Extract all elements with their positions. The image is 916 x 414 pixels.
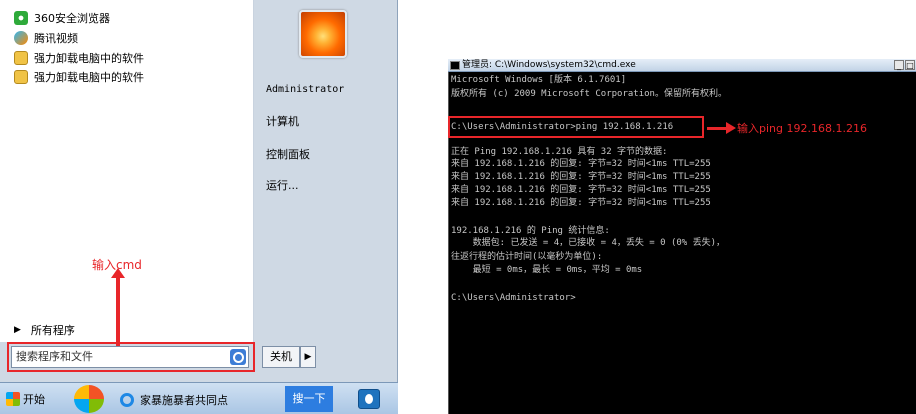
maximize-icon[interactable]: □ [905,60,915,70]
uninstall-icon [14,69,28,84]
cmd-line: 来自 192.168.1.216 的回复: 字节=32 时间<1ms TTL=2… [451,185,711,195]
screenshot-root: 360安全浏览器 腾讯视频 强力卸载电脑中的软件 强力卸载电脑中的软件 Admi… [0,0,916,414]
cmd-line: Microsoft Windows [版本 6.1.7601] [451,75,627,85]
shutdown-button[interactable]: 关机 [262,346,300,368]
cmd-line: 数据包: 已发送 = 4，已接收 = 4，丢失 = 0 (0% 丢失)， [451,238,726,248]
annotation-arrow-head [726,122,736,134]
program-item-uninstall-2[interactable]: 强力卸载电脑中的软件 [14,68,144,85]
program-label: 强力卸载电脑中的软件 [34,51,144,65]
annotation-enter-ping: 输入ping 192.168.1.216 [737,122,867,135]
program-item-tencent-video[interactable]: 腾讯视频 [14,29,78,46]
shutdown-options-button[interactable]: ▶ [300,346,316,368]
cmd-line: 版权所有 (c) 2009 Microsoft Corporation。保留所有… [451,89,727,99]
search-now-button[interactable]: 搜一下 [285,386,333,412]
windows-orb-icon[interactable] [74,385,104,413]
window-controls: _ □ [894,60,915,70]
search-placeholder: 搜索程序和文件 [16,350,93,363]
ping-highlight-box [448,116,704,138]
taskbar-ie-item[interactable]: 家暴施暴者共同点 [120,392,228,408]
cmd-line: 来自 192.168.1.216 的回复: 字节=32 时间<1ms TTL=2… [451,172,711,182]
program-item-360-browser[interactable]: 360安全浏览器 [14,9,110,26]
program-label: 强力卸载电脑中的软件 [34,70,144,84]
all-programs-button[interactable]: ▶ 所有程序 [14,322,75,338]
user-avatar[interactable] [299,10,347,58]
run-link[interactable]: 运行... [266,177,299,193]
uninstall-icon [14,50,28,65]
cmd-line: 来自 192.168.1.216 的回复: 字节=32 时间<1ms TTL=2… [451,198,711,208]
cmd-line: 192.168.1.216 的 Ping 统计信息: [451,226,610,236]
triangle-right-icon: ▶ [14,325,21,335]
start-button[interactable]: 开始 [6,391,45,407]
ie-icon [120,393,134,407]
control-panel-link[interactable]: 控制面板 [266,146,310,162]
cmd-title-bar[interactable]: 管理员: C:\Windows\system32\cmd.exe [448,59,916,72]
cmd-line: 正在 Ping 192.168.1.216 具有 32 字节的数据: [451,147,668,157]
windows-logo-icon [6,392,20,406]
program-label: 360安全浏览器 [34,11,110,25]
cmd-line: 最短 = 0ms，最长 = 0ms，平均 = 0ms [451,265,643,275]
program-item-uninstall-1[interactable]: 强力卸载电脑中的软件 [14,49,144,66]
annotation-arrow [116,276,120,346]
user-name-link[interactable]: Administrator [266,84,344,95]
computer-link[interactable]: 计算机 [266,113,299,129]
cmd-line: 来自 192.168.1.216 的回复: 字节=32 时间<1ms TTL=2… [451,159,711,169]
cmd-line: 往返行程的估计时间(以毫秒为单位): [451,252,603,262]
start-label: 开始 [23,393,45,406]
taskbar: 开始 家暴施暴者共同点 搜一下 [0,382,398,414]
all-programs-label: 所有程序 [30,324,75,337]
cmd-line-prompt: C:\Users\Administrator> [451,293,576,303]
search-input[interactable]: 搜索程序和文件 [11,346,249,368]
tencent-video-icon [14,30,28,45]
media-player-icon[interactable] [358,389,380,409]
cmd-icon [450,61,460,70]
minimize-icon[interactable]: _ [894,60,904,70]
program-label: 腾讯视频 [34,31,78,45]
cmd-window[interactable] [448,59,916,414]
search-icon[interactable] [230,349,246,365]
taskbar-ie-label: 家暴施暴者共同点 [140,394,228,407]
360-browser-icon [14,10,28,25]
